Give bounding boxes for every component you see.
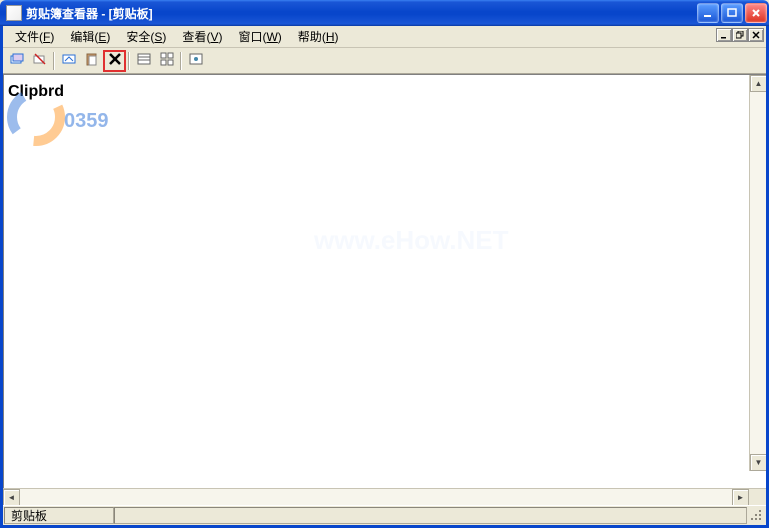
scroll-left-button[interactable]: ◄ (3, 489, 20, 506)
menu-window[interactable]: 窗口(W) (230, 26, 289, 47)
horizontal-scrollbar[interactable]: ◄ ► (3, 488, 766, 505)
mdi-minimize-button[interactable] (716, 28, 732, 42)
menu-edit-hotkey: E (98, 30, 106, 44)
minimize-button[interactable] (697, 3, 719, 23)
menu-edit[interactable]: 编辑(E) (62, 26, 118, 47)
scroll-right-button[interactable]: ► (732, 489, 749, 506)
menu-window-label: 窗口 (238, 30, 262, 44)
disconnect-icon (32, 51, 48, 70)
toolbar-thumbnail-view-button[interactable] (155, 50, 178, 72)
thumbnail-view-icon (159, 51, 175, 70)
scroll-down-button[interactable]: ▼ (750, 454, 766, 471)
status-pane-1: 剪贴板 (4, 507, 114, 524)
delete-icon (108, 52, 122, 69)
menu-edit-label: 编辑 (70, 30, 94, 44)
menu-security[interactable]: 安全(S) (118, 26, 174, 47)
app-icon (6, 5, 22, 21)
menu-view-label: 查看 (182, 30, 206, 44)
client-area: 0359 Clipbrd www.eHow.NET ▲ ▼ ◄ ► 剪贴板 (3, 74, 766, 525)
watermark-side-text: 0359 (64, 110, 109, 133)
share-icon (61, 51, 77, 70)
menubar: 文件(F) 编辑(E) 安全(S) 查看(V) 窗口(W) 帮助(H) (3, 26, 766, 48)
menu-help-label: 帮助 (298, 30, 322, 44)
status-pane-1-text: 剪贴板 (11, 507, 47, 524)
window-frame: 文件(F) 编辑(E) 安全(S) 查看(V) 窗口(W) 帮助(H) (0, 26, 769, 528)
watermark-center-text: www.eHow.NET (314, 225, 509, 256)
paste-icon (84, 51, 100, 70)
toolbar-share-button[interactable] (57, 50, 80, 72)
resize-grip-icon[interactable] (747, 507, 765, 524)
menu-security-label: 安全 (126, 30, 150, 44)
menu-view[interactable]: 查看(V) (174, 26, 230, 47)
close-button[interactable] (745, 3, 767, 23)
window-controls (697, 3, 767, 23)
toolbar-connect-button[interactable] (5, 50, 28, 72)
statusbar: 剪贴板 (3, 505, 766, 525)
toolbar-disconnect-button[interactable] (28, 50, 51, 72)
preview-icon (188, 51, 204, 70)
vertical-scroll-track[interactable] (750, 92, 766, 454)
titlebar: 剪贴簿查看器 - [剪贴板] (0, 0, 769, 26)
status-pane-2 (114, 507, 747, 524)
list-view-icon (136, 51, 152, 70)
vertical-scrollbar[interactable]: ▲ ▼ (749, 75, 766, 471)
menu-help-hotkey: H (326, 30, 335, 44)
menu-file-hotkey: F (43, 30, 50, 44)
document-area: 0359 Clipbrd www.eHow.NET ▲ ▼ (3, 74, 766, 488)
connect-icon (9, 51, 25, 70)
toolbar-preview-button[interactable] (184, 50, 207, 72)
window-title: 剪贴簿查看器 - [剪贴板] (26, 5, 697, 22)
maximize-button[interactable] (721, 3, 743, 23)
document-heading: Clipbrd (4, 75, 766, 105)
menu-security-hotkey: S (154, 30, 162, 44)
scroll-up-button[interactable]: ▲ (750, 75, 766, 92)
mdi-close-button[interactable] (748, 28, 764, 42)
toolbar-delete-button[interactable] (103, 50, 126, 72)
menu-window-hotkey: W (266, 30, 277, 44)
menu-help[interactable]: 帮助(H) (290, 26, 347, 47)
toolbar (3, 48, 766, 74)
menu-view-hotkey: V (210, 30, 218, 44)
toolbar-paste-button[interactable] (80, 50, 103, 72)
mdi-controls (716, 28, 764, 44)
horizontal-scroll-track[interactable] (20, 489, 732, 505)
scroll-size-grip[interactable] (749, 489, 766, 506)
mdi-restore-button[interactable] (732, 28, 748, 42)
menu-file-label: 文件 (15, 30, 39, 44)
toolbar-list-view-button[interactable] (132, 50, 155, 72)
menu-file[interactable]: 文件(F) (7, 26, 62, 47)
